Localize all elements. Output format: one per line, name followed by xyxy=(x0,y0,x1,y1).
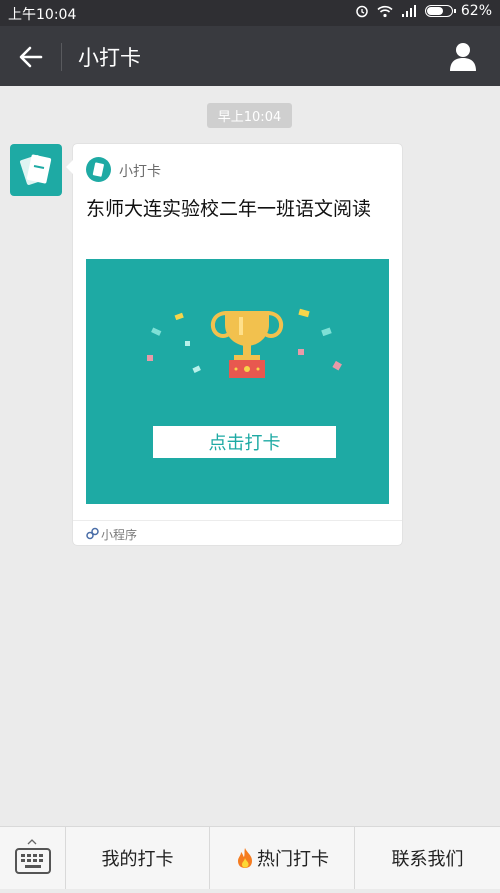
menu-item-label: 联系我们 xyxy=(391,849,464,870)
status-bar: 上午10:04 62% xyxy=(0,0,500,26)
mini-program-label: 小程序 xyxy=(101,528,138,542)
nav-bar: 小打卡 xyxy=(0,26,500,86)
keyboard-icon xyxy=(15,839,51,874)
menu-item-label: 我的打卡 xyxy=(101,849,174,870)
wifi-icon xyxy=(377,5,393,17)
page-title: 小打卡 xyxy=(78,46,141,70)
signal-icon xyxy=(401,5,416,17)
card-title: 东师大连实验校二年一班语文阅读 xyxy=(86,198,372,220)
menu-hot-checkins[interactable]: 热门打卡 xyxy=(209,827,354,889)
status-time: 上午10:04 xyxy=(8,7,77,23)
battery-percent: 62% xyxy=(460,3,492,19)
card-banner[interactable]: 点击打卡 xyxy=(86,259,389,504)
status-icons: 62% xyxy=(355,3,492,19)
bottom-menu-bar: 我的打卡 热门打卡 联系我们 xyxy=(0,826,500,889)
menu-my-checkins[interactable]: 我的打卡 xyxy=(65,827,209,889)
mini-program-icon xyxy=(86,527,99,540)
user-profile-icon[interactable] xyxy=(448,40,478,72)
keyboard-toggle-button[interactable] xyxy=(0,827,65,889)
message-timestamp: 早上10:04 xyxy=(207,103,292,128)
menu-contact-us[interactable]: 联系我们 xyxy=(354,827,500,889)
nav-divider xyxy=(61,43,62,71)
card-footer: 小程序 xyxy=(73,520,402,546)
mini-program-card[interactable]: 小打卡 东师大连实验校二年一班语文阅读 点击打卡 小程序 xyxy=(66,144,402,546)
alarm-icon xyxy=(356,5,368,18)
menu-item-label: 热门打卡 xyxy=(257,849,329,870)
avatar[interactable] xyxy=(10,144,62,196)
check-in-button[interactable]: 点击打卡 xyxy=(153,426,336,458)
trophy-icon xyxy=(147,308,342,378)
fire-icon xyxy=(238,848,252,868)
battery-level-fill xyxy=(426,7,443,15)
back-arrow-icon[interactable] xyxy=(16,42,46,72)
battery-icon xyxy=(424,5,456,17)
app-avatar-icon xyxy=(19,154,52,185)
app-logo-icon xyxy=(86,157,111,182)
app-name: 小打卡 xyxy=(119,164,161,180)
